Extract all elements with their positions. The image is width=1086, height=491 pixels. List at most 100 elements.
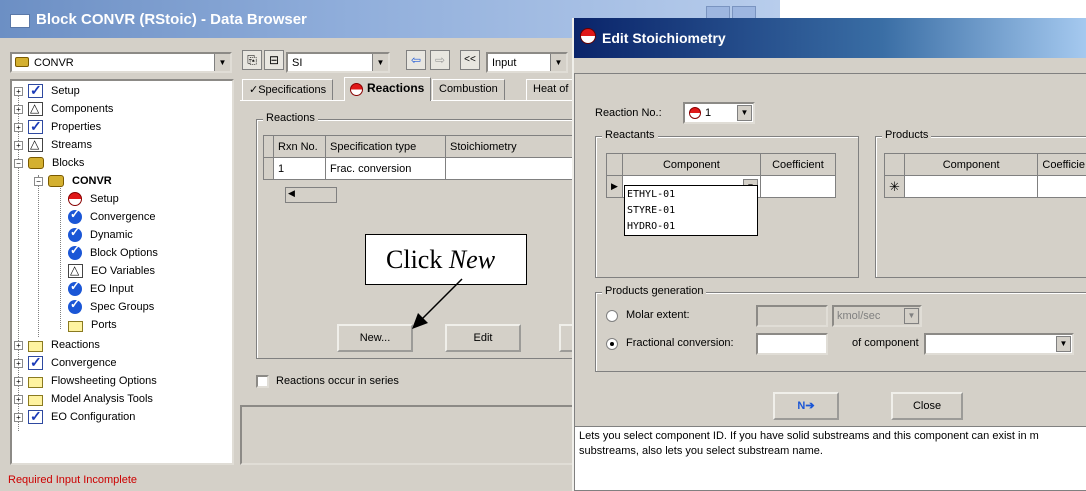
tab-specifications[interactable]: ✓Specifications: [242, 79, 334, 100]
tree-item-block-convergence[interactable]: Convergence: [68, 207, 155, 226]
column-header[interactable]: Coefficient: [759, 153, 837, 176]
expand-icon[interactable]: +: [14, 140, 23, 150]
expand-icon[interactable]: +: [14, 376, 23, 386]
molar-units-combo[interactable]: kmol/sec ▼: [832, 305, 922, 327]
rxn-no-cell[interactable]: 1: [273, 157, 326, 180]
tree-label: Components: [51, 103, 114, 115]
stoichiometry-cell[interactable]: [445, 157, 581, 180]
conversion-component-combo[interactable]: ▼: [924, 333, 1074, 355]
reactants-group-title: Reactants: [602, 129, 658, 141]
chevron-down-icon[interactable]: ▼: [737, 105, 752, 121]
fractional-conversion-input[interactable]: [756, 333, 828, 355]
tree-item-block-setup[interactable]: Setup: [68, 190, 119, 208]
expand-icon[interactable]: +: [14, 340, 23, 350]
units-combo[interactable]: SI ▼: [286, 52, 390, 73]
prompt-area: [240, 405, 580, 465]
coefficient-cell[interactable]: [1037, 175, 1086, 198]
previous-button[interactable]: <<: [460, 50, 480, 70]
products-table: Component Coefficie ✳: [884, 153, 1086, 198]
folder-up-icon[interactable]: ⎘: [242, 50, 262, 70]
table-header-row: Rxn No. Specification type Stoichiometry: [263, 135, 581, 158]
component-cell[interactable]: [903, 175, 1039, 198]
scroll-left-icon[interactable]: ◀: [288, 188, 295, 199]
coefficient-cell[interactable]: [759, 175, 837, 198]
chevron-down-icon[interactable]: ▼: [214, 54, 230, 71]
input-combo[interactable]: Input ▼: [486, 52, 568, 73]
help-text-line: Lets you select component ID. If you hav…: [579, 430, 1039, 442]
chevron-down-icon[interactable]: ▼: [550, 54, 566, 71]
chevron-down-icon[interactable]: ▼: [1056, 336, 1071, 352]
tree-item-setup[interactable]: + Setup: [14, 82, 80, 100]
tree-item-ports[interactable]: Ports: [68, 316, 117, 334]
spec-type-cell[interactable]: Frac. conversion: [325, 157, 446, 180]
expand-icon[interactable]: +: [14, 394, 23, 404]
tree-item-eo-variables[interactable]: EO Variables: [68, 262, 155, 280]
tree-item-properties[interactable]: + Properties: [14, 118, 101, 136]
block-combo[interactable]: CONVR ▼: [10, 52, 232, 73]
tree-item-convr[interactable]: − CONVR: [34, 172, 112, 190]
tree-item-eo-configuration[interactable]: + EO Configuration: [14, 408, 135, 426]
dropdown-option[interactable]: HYDRO-01: [627, 219, 755, 235]
molar-extent-radio[interactable]: [606, 310, 618, 322]
tree-item-model-analysis-tools[interactable]: + Model Analysis Tools: [14, 390, 153, 408]
collapse-icon[interactable]: −: [14, 158, 23, 168]
reaction-no-combo[interactable]: 1 ▼: [683, 102, 755, 124]
table-row[interactable]: ✳: [884, 175, 1086, 198]
molar-units-value: kmol/sec: [837, 310, 881, 322]
tree-item-convergence[interactable]: + Convergence: [14, 354, 116, 372]
products-generation-title: Products generation: [602, 285, 707, 297]
reactions-in-series-checkbox[interactable]: [256, 375, 269, 388]
row-selector-header: [884, 153, 905, 176]
tree-item-reactions[interactable]: + Reactions: [14, 336, 100, 354]
column-header[interactable]: Rxn No.: [273, 135, 326, 158]
expand-icon[interactable]: +: [14, 104, 23, 114]
tab-combustion[interactable]: Combustion: [432, 79, 505, 100]
tree-item-flowsheeting-options[interactable]: + Flowsheeting Options: [14, 372, 157, 390]
red-half-circle-icon: [350, 83, 363, 96]
back-arrow-icon[interactable]: ⇦: [406, 50, 426, 70]
expand-icon[interactable]: +: [14, 86, 23, 96]
tree-label: Setup: [90, 193, 119, 205]
expand-icon[interactable]: +: [14, 122, 23, 132]
forward-arrow-icon[interactable]: ⇨: [430, 50, 450, 70]
tree-label: Block Options: [90, 247, 158, 259]
column-header[interactable]: Stoichiometry: [445, 135, 581, 158]
chevron-down-icon[interactable]: ▼: [372, 54, 388, 71]
next-button[interactable]: N➔: [773, 392, 839, 420]
collapse-icon[interactable]: −: [34, 176, 43, 186]
blue-check-icon: [68, 297, 82, 314]
row-selector[interactable]: [263, 157, 274, 180]
fractional-conversion-radio[interactable]: [606, 338, 618, 350]
tab-heat-of[interactable]: Heat of: [526, 79, 576, 100]
tree-item-streams[interactable]: + Streams: [14, 136, 92, 154]
tree-item-eo-input[interactable]: EO Input: [68, 279, 134, 298]
expand-icon[interactable]: +: [14, 412, 23, 422]
column-header[interactable]: Specification type: [325, 135, 446, 158]
chevron-down-icon[interactable]: ▼: [904, 308, 919, 324]
column-header[interactable]: Component: [621, 153, 761, 176]
close-button[interactable]: Close: [891, 392, 963, 420]
new-row-icon: ✳: [884, 175, 905, 198]
tree-toggle-icon[interactable]: ⊟: [264, 50, 284, 70]
table-header-row: Component Coefficient: [606, 153, 837, 176]
dropdown-option[interactable]: ETHYL-01: [627, 187, 755, 203]
dropdown-option[interactable]: STYRE-01: [627, 203, 755, 219]
tree-item-dynamic[interactable]: Dynamic: [68, 225, 133, 244]
tree-item-components[interactable]: + Components: [14, 100, 113, 118]
navigation-tree: +Setup +Components +Properties +Streams …: [10, 79, 234, 465]
table-row[interactable]: 1 Frac. conversion: [263, 157, 581, 180]
tree-label: Dynamic: [90, 229, 133, 241]
molar-extent-input[interactable]: [756, 305, 828, 327]
tab-reactions[interactable]: Reactions: [344, 77, 432, 101]
tree-label: EO Input: [90, 283, 134, 295]
folder-icon: [28, 376, 43, 388]
tree-item-block-options[interactable]: Block Options: [68, 243, 158, 262]
tree-label: CONVR: [72, 175, 112, 187]
column-header[interactable]: Coefficie: [1037, 153, 1086, 176]
tree-item-blocks[interactable]: − Blocks: [14, 154, 84, 172]
reaction-no-label: Reaction No.:: [595, 107, 662, 119]
column-header[interactable]: Component: [903, 153, 1039, 176]
expand-icon[interactable]: +: [14, 358, 23, 368]
tree-item-spec-groups[interactable]: Spec Groups: [68, 297, 154, 316]
horizontal-scrollbar[interactable]: ◀: [285, 187, 337, 203]
